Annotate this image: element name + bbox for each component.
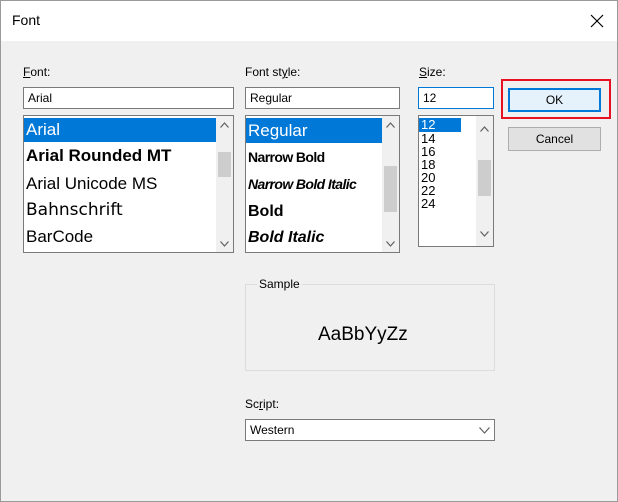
font-item-arial[interactable]: Arial — [24, 118, 216, 142]
script-value: Western — [250, 423, 295, 437]
script-label: Script: — [245, 397, 280, 411]
window-title: Font — [12, 12, 41, 28]
font-style-input[interactable]: Regular — [245, 87, 400, 109]
size-input[interactable]: 12 — [418, 87, 494, 109]
size-item-20[interactable]: 20 — [419, 171, 476, 184]
scroll-thumb[interactable] — [218, 152, 231, 177]
scroll-down-arrow[interactable] — [382, 235, 399, 252]
title-bar: Font — [1, 1, 617, 41]
size-list-scrollbar[interactable] — [476, 116, 493, 246]
chevron-down-icon — [480, 230, 489, 237]
scroll-thumb[interactable] — [478, 160, 491, 196]
size-item-14[interactable]: 14 — [419, 132, 476, 145]
style-item-narrow-bold-italic[interactable]: Narrow Bold Italic — [246, 171, 382, 198]
style-item-bold[interactable]: Bold — [246, 198, 382, 225]
size-item-24[interactable]: 24 — [419, 197, 476, 210]
font-item-arial-rounded[interactable]: Arial Rounded MT — [24, 142, 216, 170]
chevron-down-icon — [386, 240, 395, 247]
scroll-down-arrow[interactable] — [216, 235, 233, 252]
sample-label: Sample — [257, 277, 302, 291]
style-item-narrow-bold[interactable]: Narrow Bold — [246, 143, 382, 171]
style-item-regular[interactable]: Regular — [246, 118, 382, 143]
size-item-16[interactable]: 16 — [419, 145, 476, 158]
cancel-button[interactable]: Cancel — [508, 127, 601, 151]
size-item-18[interactable]: 18 — [419, 158, 476, 171]
scroll-down-arrow[interactable] — [476, 225, 493, 242]
script-dropdown[interactable]: Western — [245, 419, 495, 441]
font-label: Font: — [23, 65, 51, 79]
size-list[interactable]: 12 14 16 18 20 22 24 — [418, 115, 494, 247]
close-button[interactable] — [577, 1, 617, 41]
style-item-bold-italic[interactable]: Bold Italic — [246, 225, 382, 251]
chevron-up-icon — [480, 125, 489, 132]
size-item-12[interactable]: 12 — [419, 118, 461, 132]
chevron-down-icon — [479, 427, 490, 434]
size-label: Size: — [419, 65, 446, 79]
font-input[interactable]: Arial — [23, 87, 234, 109]
font-list[interactable]: Arial Arial Rounded MT Arial Unicode MS … — [23, 115, 234, 253]
scroll-up-arrow[interactable] — [476, 120, 493, 137]
scroll-thumb[interactable] — [384, 166, 397, 212]
size-item-22[interactable]: 22 — [419, 184, 476, 197]
font-style-list[interactable]: Regular Narrow Bold Narrow Bold Italic B… — [245, 115, 400, 253]
font-style-label: Font style: — [245, 65, 301, 79]
ok-button[interactable]: OK — [508, 88, 601, 112]
dropdown-arrow[interactable] — [479, 423, 490, 437]
chevron-up-icon — [220, 121, 229, 128]
style-list-scrollbar[interactable] — [382, 116, 399, 252]
scroll-up-arrow[interactable] — [216, 116, 233, 133]
chevron-up-icon — [386, 121, 395, 128]
scroll-up-arrow[interactable] — [382, 116, 399, 133]
sample-text: AaBbYyZz — [318, 324, 408, 345]
font-list-scrollbar[interactable] — [216, 116, 233, 252]
close-icon — [590, 14, 604, 28]
font-item-barcode[interactable]: BarCode — [24, 224, 216, 250]
font-item-arial-unicode[interactable]: Arial Unicode MS — [24, 170, 216, 197]
font-item-bahnschrift[interactable]: Bahnschrift — [24, 197, 216, 224]
chevron-down-icon — [220, 240, 229, 247]
font-dialog: Font Font: Arial Arial Arial Rounded MT … — [0, 0, 618, 502]
